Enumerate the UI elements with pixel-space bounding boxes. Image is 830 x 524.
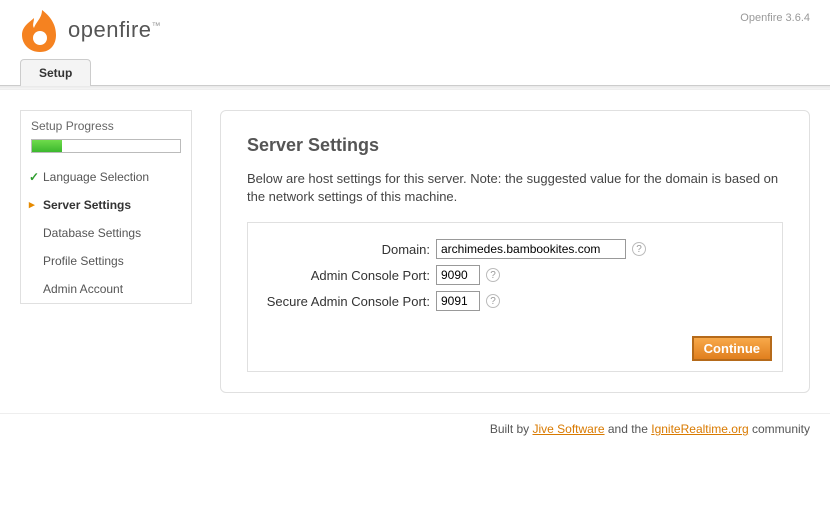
step-language-selection[interactable]: Language Selection bbox=[21, 163, 191, 191]
step-database-settings[interactable]: Database Settings bbox=[21, 219, 191, 247]
step-profile-settings[interactable]: Profile Settings bbox=[21, 247, 191, 275]
help-icon[interactable]: ? bbox=[486, 268, 500, 282]
footer-link-ignite[interactable]: IgniteRealtime.org bbox=[651, 422, 748, 436]
admin-port-input[interactable] bbox=[436, 265, 480, 285]
progress-bar bbox=[31, 139, 181, 153]
help-icon[interactable]: ? bbox=[632, 242, 646, 256]
secure-port-label: Secure Admin Console Port: bbox=[266, 294, 436, 309]
sidebar-title: Setup Progress bbox=[21, 110, 191, 139]
domain-label: Domain: bbox=[266, 242, 436, 257]
main-panel: Server Settings Below are host settings … bbox=[220, 110, 810, 393]
product-name: openfire™ bbox=[68, 17, 161, 43]
admin-port-label: Admin Console Port: bbox=[266, 268, 436, 283]
continue-button[interactable]: Continue bbox=[692, 336, 772, 361]
openfire-flame-icon bbox=[20, 8, 60, 52]
step-admin-account[interactable]: Admin Account bbox=[21, 275, 191, 303]
version-label: Openfire 3.6.4 bbox=[740, 12, 810, 24]
form-box: Domain: ? Admin Console Port: ? Secure A… bbox=[247, 222, 783, 372]
help-icon[interactable]: ? bbox=[486, 294, 500, 308]
step-server-settings[interactable]: Server Settings bbox=[21, 191, 191, 219]
footer-link-jive[interactable]: Jive Software bbox=[533, 422, 605, 436]
tab-bar: Setup bbox=[0, 58, 830, 86]
setup-progress-sidebar: Setup Progress Language Selection Server… bbox=[20, 110, 192, 304]
page-title: Server Settings bbox=[247, 135, 783, 156]
page-description: Below are host settings for this server.… bbox=[247, 170, 783, 206]
footer: Built by Jive Software and the IgniteRea… bbox=[0, 413, 830, 450]
secure-port-input[interactable] bbox=[436, 291, 480, 311]
domain-input[interactable] bbox=[436, 239, 626, 259]
tab-setup[interactable]: Setup bbox=[20, 59, 91, 86]
progress-bar-fill bbox=[32, 140, 62, 152]
logo: openfire™ bbox=[20, 8, 161, 52]
